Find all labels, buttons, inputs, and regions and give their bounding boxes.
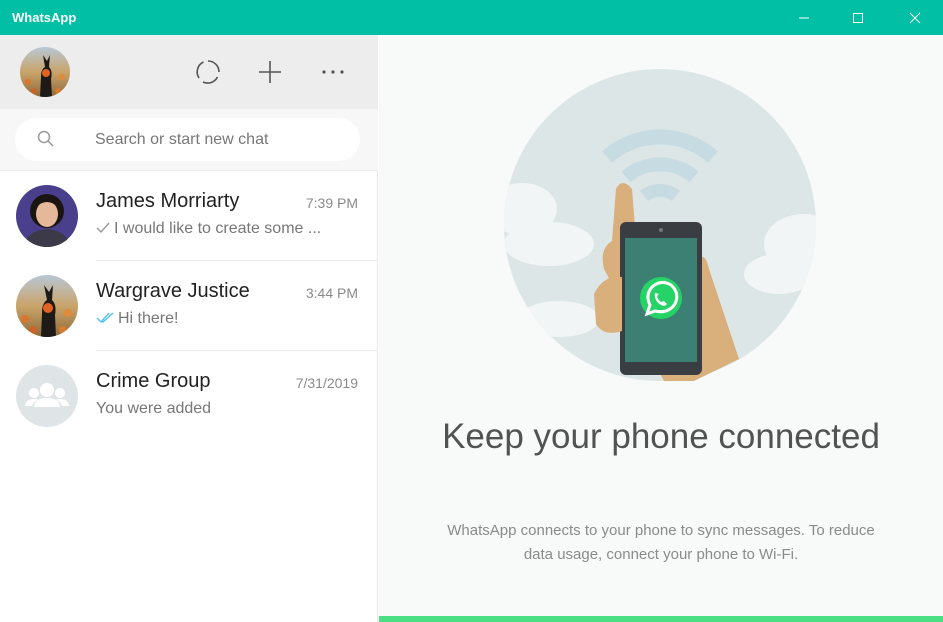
minimize-button[interactable] — [781, 0, 827, 35]
chat-preview: I would like to create some ... — [96, 220, 356, 238]
search-icon — [37, 130, 54, 147]
search-box[interactable] — [15, 118, 360, 161]
page-title: Keep your phone connected — [442, 417, 880, 456]
chat-preview: You were added — [96, 400, 356, 418]
group-icon — [16, 365, 78, 427]
dog-avatar-image — [20, 47, 70, 97]
app-title: WhatsApp — [12, 10, 77, 25]
chat-preview-text: I would like to create some ... — [114, 220, 322, 237]
profile-avatar[interactable] — [20, 47, 70, 97]
chat-name: James Morriarty — [96, 190, 240, 212]
double-check-icon — [96, 312, 114, 324]
close-icon — [909, 12, 921, 23]
chat-time: 3:44 PM — [305, 285, 358, 301]
minimize-icon — [799, 17, 809, 18]
chat-item-wargrave-justice[interactable]: Wargrave Justice 3:44 PM Hi there! — [0, 261, 378, 351]
chat-time: 7:39 PM — [305, 195, 358, 211]
menu-button[interactable] — [318, 57, 348, 87]
maximize-icon — [853, 12, 863, 23]
new-chat-button[interactable] — [255, 57, 285, 87]
close-button[interactable] — [892, 0, 938, 35]
avatar — [16, 365, 78, 427]
dog-avatar-image — [16, 275, 78, 337]
accent-bar — [379, 616, 943, 622]
avatar — [16, 185, 78, 247]
more-icon — [322, 70, 344, 74]
chat-preview-text: You were added — [96, 400, 212, 417]
title-bar: WhatsApp — [0, 0, 943, 35]
chat-item-crime-group[interactable]: Crime Group 7/31/2019 You were added — [0, 351, 378, 441]
chat-time: 7/31/2019 — [295, 375, 358, 391]
woman-avatar-image — [16, 185, 78, 247]
chat-list-panel: James Morriarty 7:39 PM I would like to … — [0, 35, 378, 622]
chat-preview: Hi there! — [96, 310, 356, 328]
intro-panel: Keep your phone connected WhatsApp conne… — [379, 35, 943, 622]
sidebar-header — [0, 35, 378, 109]
status-button[interactable] — [193, 57, 223, 87]
search-input[interactable] — [95, 118, 345, 161]
phone-connected-illustration — [504, 69, 816, 381]
chat-item-james-morriarty[interactable]: James Morriarty 7:39 PM I would like to … — [0, 171, 378, 261]
maximize-button[interactable] — [835, 0, 881, 35]
chat-preview-text: Hi there! — [118, 310, 179, 327]
plus-icon — [259, 61, 281, 83]
avatar — [16, 275, 78, 337]
status-icon — [196, 60, 220, 84]
description: WhatsApp connects to your phone to sync … — [447, 522, 875, 563]
search-bar — [0, 109, 378, 171]
chat-name: Wargrave Justice — [96, 280, 250, 302]
chat-name: Crime Group — [96, 370, 211, 392]
single-check-icon — [96, 222, 110, 234]
